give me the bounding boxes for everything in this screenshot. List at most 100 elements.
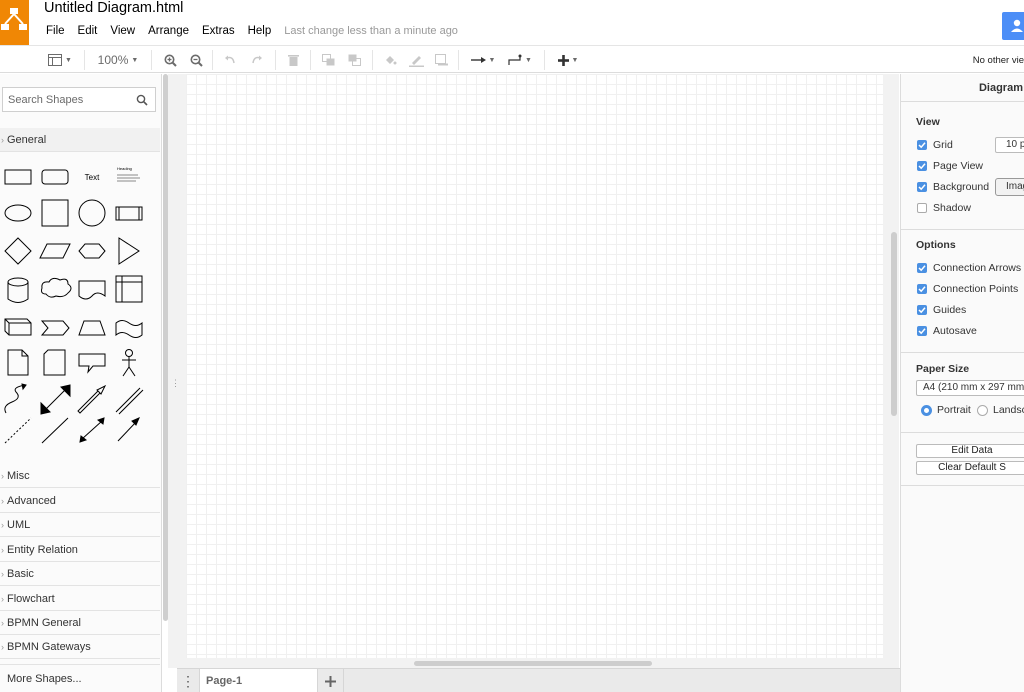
connection-style-dropdown[interactable]: ▼ — [468, 50, 498, 70]
zoom-in-button[interactable] — [162, 50, 178, 70]
cylinder-shape[interactable] — [7, 277, 29, 303]
drawio-logo-icon[interactable] — [0, 0, 29, 45]
line-color-button[interactable] — [408, 50, 424, 70]
canvas-horizontal-scrollbar[interactable] — [414, 661, 652, 666]
bidirectional-arrow-shape[interactable] — [40, 384, 71, 415]
grid-checkbox[interactable] — [917, 140, 927, 150]
canvas-vertical-scrollbar[interactable] — [891, 232, 897, 416]
guides-option[interactable]: Guides — [917, 304, 966, 316]
format-panel-toggle[interactable]: ▼ — [44, 50, 76, 70]
diagram-canvas[interactable] — [186, 74, 883, 658]
category-bpmn-general[interactable]: BPMN General — [0, 611, 160, 635]
menu-extras[interactable]: Extras — [202, 25, 235, 37]
waypoints-dropdown[interactable]: ▼ — [505, 50, 535, 70]
dashed-line-shape[interactable] — [4, 417, 32, 444]
search-shapes-input[interactable] — [3, 88, 129, 111]
note-shape[interactable] — [7, 349, 29, 376]
shadow-checkbox[interactable] — [917, 203, 927, 213]
cube-shape[interactable] — [4, 318, 32, 336]
process-shape[interactable] — [115, 206, 143, 221]
category-bpmn-gateways[interactable]: BPMN Gateways — [0, 635, 160, 659]
grid-option[interactable]: Grid — [917, 139, 953, 151]
ellipse-shape[interactable] — [4, 204, 32, 222]
internal-storage-shape[interactable] — [115, 275, 143, 303]
format-panel-tab-diagram[interactable]: Diagram — [901, 74, 1024, 102]
tape-shape[interactable] — [115, 320, 143, 338]
page-view-checkbox[interactable] — [917, 161, 927, 171]
to-back-button[interactable] — [346, 50, 362, 70]
landscape-radio[interactable] — [977, 404, 988, 416]
category-misc[interactable]: Misc — [0, 464, 160, 488]
paper-size-select[interactable]: A4 (210 mm x 297 mm) — [916, 380, 1024, 396]
curve-connector-shape[interactable] — [4, 383, 27, 414]
diamond-shape[interactable] — [4, 237, 32, 265]
add-page-button[interactable] — [318, 669, 344, 692]
callout-shape[interactable] — [78, 353, 106, 374]
cloud-shape[interactable] — [41, 277, 72, 298]
menu-help[interactable]: Help — [248, 25, 272, 37]
page-view-option[interactable]: Page View — [917, 160, 983, 172]
category-uml[interactable]: UML — [0, 513, 160, 537]
circle-shape[interactable] — [78, 199, 106, 227]
undo-button[interactable] — [222, 50, 238, 70]
card-shape[interactable] — [43, 349, 66, 376]
connection-points-option[interactable]: Connection Points — [917, 283, 1018, 295]
menu-view[interactable]: View — [110, 25, 135, 37]
category-flowchart[interactable]: Flowchart — [0, 587, 160, 611]
rounded-rectangle-shape[interactable] — [41, 169, 69, 185]
portrait-option[interactable]: Portrait — [921, 404, 971, 416]
sidebar-resize-handle[interactable]: ⋮ — [171, 378, 180, 389]
landscape-option[interactable]: Landsca — [977, 404, 1024, 416]
category-entity-relation[interactable]: Entity Relation — [0, 538, 160, 562]
page-tab-1[interactable]: Page-1 — [200, 669, 318, 692]
document-title[interactable]: Untitled Diagram.html — [44, 0, 183, 17]
category-advanced[interactable]: Advanced — [0, 489, 160, 513]
menu-file[interactable]: File — [46, 25, 65, 37]
insert-dropdown[interactable]: ▼ — [554, 50, 582, 70]
text-shape[interactable]: Text — [85, 173, 100, 182]
last-change-status[interactable]: Last change less than a minute ago — [284, 25, 458, 37]
category-basic[interactable]: Basic — [0, 562, 160, 586]
autosave-option[interactable]: Autosave — [917, 325, 977, 337]
search-icon[interactable] — [136, 94, 148, 106]
menu-edit[interactable]: Edit — [78, 25, 98, 37]
fill-color-button[interactable] — [382, 50, 398, 70]
arrow-shape[interactable] — [77, 384, 107, 414]
triangle-shape[interactable] — [118, 237, 140, 265]
line-shape[interactable] — [41, 417, 69, 444]
background-image-button[interactable]: Imag — [995, 178, 1024, 196]
portrait-radio[interactable] — [921, 404, 932, 416]
more-shapes-button[interactable]: More Shapes... — [0, 664, 160, 692]
background-option[interactable]: Background — [917, 181, 989, 193]
parallelogram-shape[interactable] — [39, 243, 71, 259]
document-shape[interactable] — [78, 280, 106, 300]
grid-size-input[interactable]: 10 p — [995, 137, 1024, 153]
zoom-dropdown[interactable]: 100% ▼ — [94, 50, 142, 70]
share-button[interactable] — [1002, 12, 1024, 40]
connection-arrows-checkbox[interactable] — [917, 263, 927, 273]
connection-arrows-option[interactable]: Connection Arrows — [917, 262, 1021, 274]
connection-points-checkbox[interactable] — [917, 284, 927, 294]
delete-button[interactable] — [285, 50, 301, 70]
trapezoid-shape[interactable] — [78, 320, 106, 336]
redo-button[interactable] — [249, 50, 265, 70]
actor-shape[interactable] — [122, 349, 136, 377]
zoom-out-button[interactable] — [188, 50, 204, 70]
directional-connector-shape[interactable] — [117, 417, 140, 442]
shadow-option[interactable]: Shadow — [917, 202, 971, 214]
category-general[interactable]: General — [0, 128, 160, 152]
guides-checkbox[interactable] — [917, 305, 927, 315]
clear-default-style-button[interactable]: Clear Default S — [916, 461, 1024, 475]
step-shape[interactable] — [40, 320, 70, 336]
background-checkbox[interactable] — [917, 182, 927, 192]
edit-data-button[interactable]: Edit Data — [916, 444, 1024, 458]
pages-menu-icon[interactable]: ⋮ — [177, 669, 200, 692]
menu-arrange[interactable]: Arrange — [148, 25, 189, 37]
autosave-checkbox[interactable] — [917, 326, 927, 336]
link-shape[interactable] — [115, 387, 144, 415]
bidirectional-connector-shape[interactable] — [79, 417, 105, 443]
to-front-button[interactable] — [320, 50, 336, 70]
rectangle-shape[interactable] — [4, 169, 32, 185]
square-shape[interactable] — [41, 199, 69, 227]
hexagon-shape[interactable] — [78, 243, 106, 259]
